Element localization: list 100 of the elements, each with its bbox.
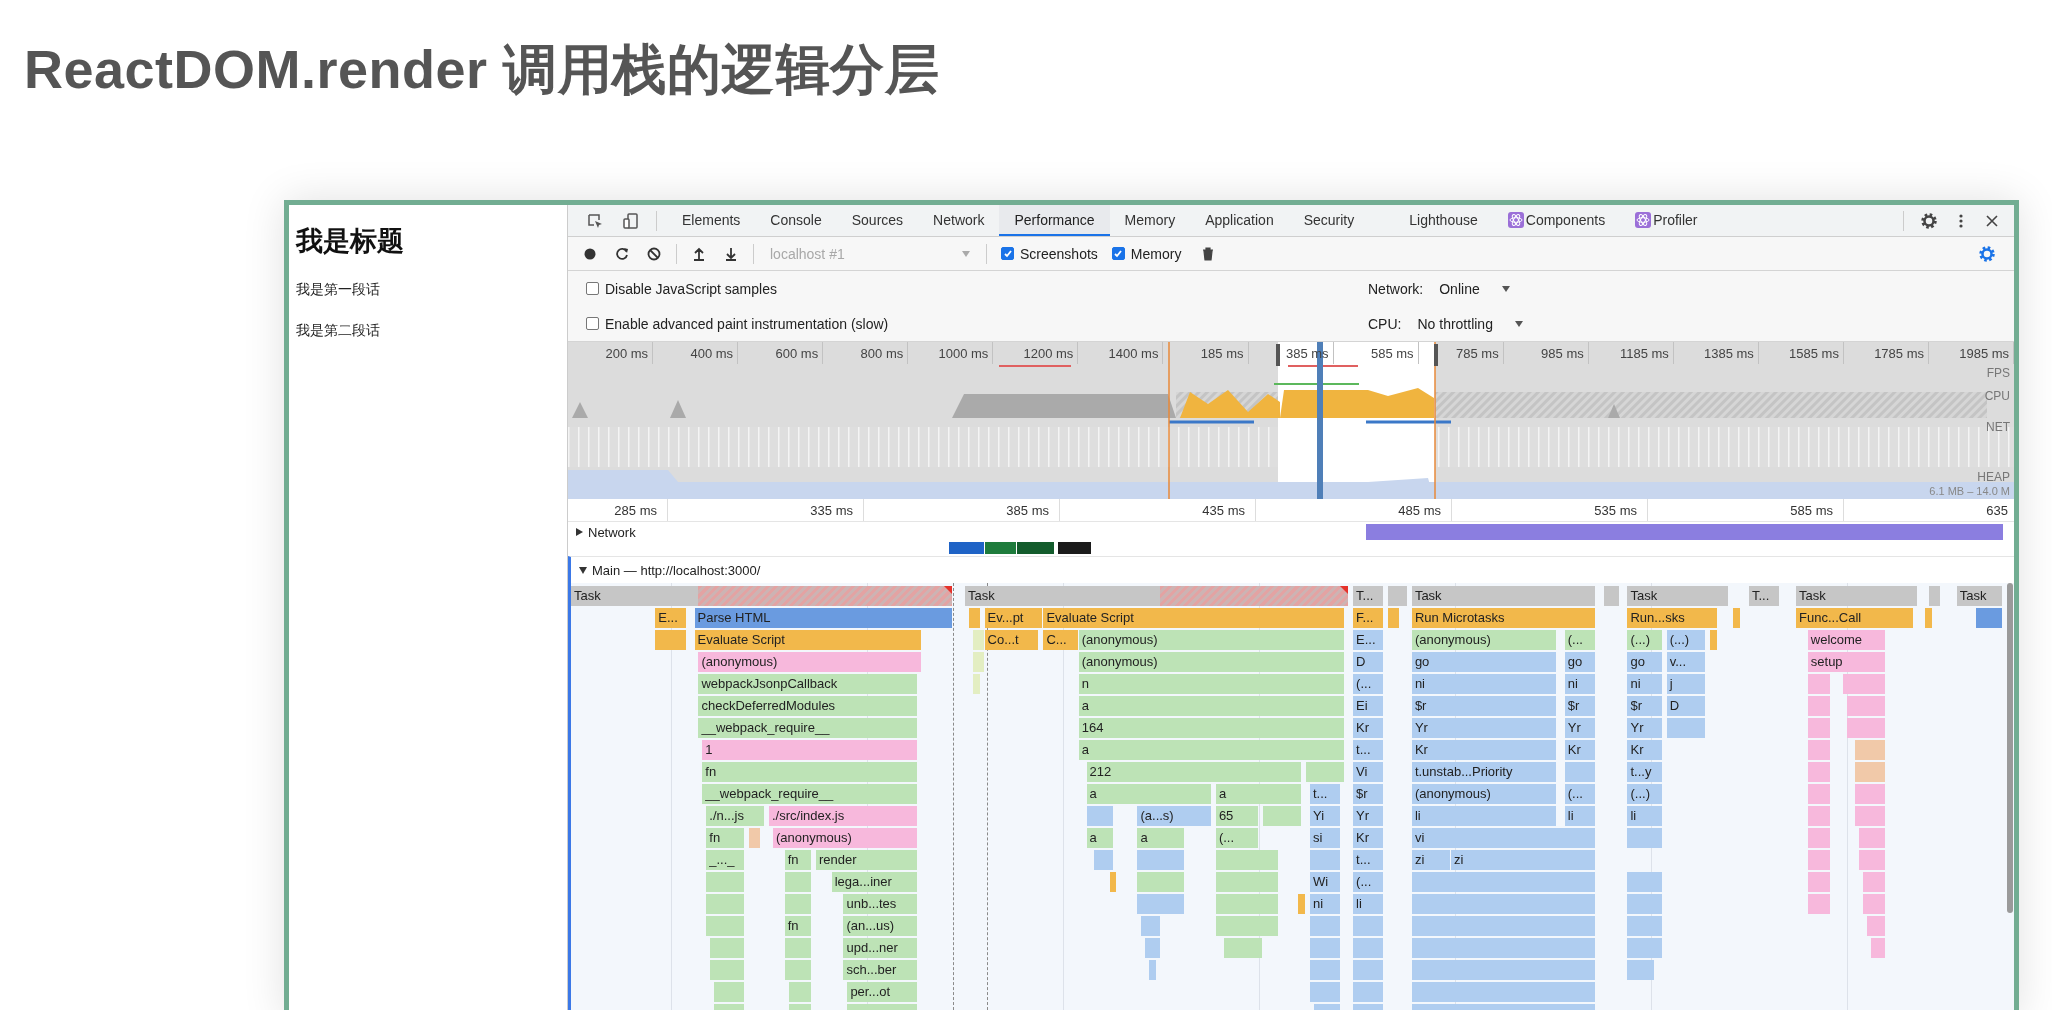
flame-bar[interactable] xyxy=(1862,894,1886,914)
flame-bar[interactable]: E... xyxy=(655,608,686,628)
flame-bar[interactable]: a xyxy=(1137,828,1184,848)
flame-bar[interactable]: Ei xyxy=(1353,696,1384,716)
flame-bar[interactable]: fn xyxy=(706,828,745,848)
timing-marker[interactable] xyxy=(1058,542,1091,554)
flame-bar[interactable]: webpackJsonpCallback xyxy=(698,674,917,694)
task-bar[interactable]: Task xyxy=(965,586,1349,606)
flame-bar[interactable] xyxy=(1807,872,1831,892)
flame-bar[interactable]: ni xyxy=(1564,674,1596,694)
flame-bar[interactable]: upd...ner xyxy=(843,938,917,958)
flame-bar[interactable]: t... xyxy=(1353,740,1384,760)
trash-icon[interactable] xyxy=(1201,245,1216,262)
flame-bar[interactable]: v... xyxy=(1666,652,1705,672)
task-bar[interactable] xyxy=(1603,586,1619,606)
flame-bar[interactable]: Evaluate Script xyxy=(694,630,921,650)
flame-bar[interactable]: j xyxy=(1666,674,1705,694)
flame-bar[interactable]: ni xyxy=(1309,894,1341,914)
flame-bar[interactable] xyxy=(1807,740,1831,760)
flame-bar[interactable]: Run...sks xyxy=(1627,608,1717,628)
flame-bar[interactable] xyxy=(1564,762,1596,782)
flame-bar[interactable]: (... xyxy=(1353,674,1384,694)
flame-bar[interactable]: (anonymous) xyxy=(1411,630,1556,650)
flame-bar[interactable] xyxy=(1353,938,1384,958)
tab[interactable]: Console xyxy=(755,205,837,236)
flame-bar[interactable]: $r xyxy=(1411,696,1556,716)
flame-bar[interactable] xyxy=(1807,828,1831,848)
flame-bar[interactable] xyxy=(1137,872,1184,892)
flame-bar[interactable]: a xyxy=(1086,784,1211,804)
flame-bar[interactable]: setup xyxy=(1807,652,1886,672)
flame-bar[interactable]: Parse HTML xyxy=(694,608,953,628)
flame-bar[interactable] xyxy=(1847,696,1886,716)
device-icon[interactable] xyxy=(622,211,640,230)
flame-bar[interactable]: C... xyxy=(1043,630,1078,650)
download-icon[interactable] xyxy=(723,245,739,262)
flame-bar[interactable] xyxy=(1807,696,1831,716)
task-bar[interactable]: T... xyxy=(1353,586,1384,606)
flame-bar[interactable]: D xyxy=(1353,652,1384,672)
flame-bar[interactable] xyxy=(1627,938,1662,958)
flame-bar[interactable]: D xyxy=(1666,696,1705,716)
option-label[interactable]: Disable JavaScript samples xyxy=(605,280,777,297)
tab[interactable]: Lighthouse xyxy=(1369,205,1493,236)
throttle-select[interactable]: Online xyxy=(1433,280,1516,297)
flame-bar[interactable] xyxy=(1807,806,1831,826)
flame-bar[interactable]: Vi xyxy=(1353,762,1384,782)
flame-bar[interactable] xyxy=(1262,806,1302,826)
flame-bar[interactable]: render xyxy=(816,850,917,870)
flame-bar[interactable]: li xyxy=(1411,806,1556,826)
flame-bar[interactable] xyxy=(1870,938,1886,958)
tab[interactable]: Memory xyxy=(1109,205,1191,236)
flame-bar[interactable]: (... xyxy=(1564,630,1596,650)
flame-bar[interactable]: __webpack_require__ xyxy=(702,784,917,804)
checkbox[interactable] xyxy=(586,282,599,295)
flame-bar[interactable] xyxy=(972,630,984,650)
flame-bar[interactable] xyxy=(1666,718,1705,738)
flame-bar[interactable] xyxy=(1843,674,1886,694)
flame-bar[interactable]: (a...s) xyxy=(1137,806,1211,826)
flame-bar[interactable]: F... xyxy=(1353,608,1384,628)
flame-bar[interactable]: 164 xyxy=(1078,718,1345,738)
flame-bar[interactable]: Ev...pt xyxy=(984,608,1043,628)
reload-icon[interactable] xyxy=(614,245,630,262)
flame-bar[interactable] xyxy=(1925,608,1933,628)
flame-bar[interactable]: (...) xyxy=(1627,630,1662,650)
flame-bar[interactable] xyxy=(1847,718,1886,738)
flame-bar[interactable] xyxy=(1145,938,1160,958)
flame-bar[interactable] xyxy=(1215,894,1278,914)
flame-bar[interactable] xyxy=(784,872,812,892)
flame-bar[interactable]: zi xyxy=(1411,850,1451,870)
throttle-select[interactable]: No throttling xyxy=(1411,315,1529,332)
flame-bar[interactable]: ni xyxy=(1627,674,1662,694)
flame-bar[interactable] xyxy=(706,894,745,914)
flame-bar[interactable] xyxy=(1215,916,1278,936)
flame-bar[interactable] xyxy=(1854,806,1886,826)
flame-bar[interactable] xyxy=(1627,828,1662,848)
flame-bar[interactable] xyxy=(1807,762,1831,782)
flame-bar[interactable]: (... xyxy=(1564,784,1596,804)
flame-bar[interactable] xyxy=(1149,960,1157,980)
scroll-bar[interactable] xyxy=(2007,583,2013,913)
flame-bar[interactable]: zi xyxy=(1451,850,1596,870)
task-bar[interactable] xyxy=(1388,586,1407,606)
flame-bar[interactable]: Yi xyxy=(1309,806,1341,826)
flame-bar[interactable] xyxy=(1627,960,1654,980)
flame-bar[interactable]: welcome xyxy=(1807,630,1886,650)
task-bar[interactable]: T... xyxy=(1749,586,1780,606)
tab[interactable]: Sources xyxy=(836,205,919,236)
flame-bar[interactable]: fn xyxy=(784,916,812,936)
flame-bar[interactable]: ./n...js xyxy=(706,806,765,826)
flame-bar[interactable]: (anonymous) xyxy=(772,828,917,848)
flame-bar[interactable]: go xyxy=(1627,652,1662,672)
flame-bar[interactable]: Kr xyxy=(1353,718,1384,738)
task-bar[interactable]: Task xyxy=(571,586,953,606)
flame-bar[interactable]: Yr xyxy=(1564,718,1596,738)
tab[interactable]: Components xyxy=(1492,205,1621,236)
flame-bar[interactable] xyxy=(1137,850,1184,870)
flame-bar[interactable] xyxy=(1411,894,1596,914)
flame-bar[interactable] xyxy=(1807,718,1831,738)
flame-bar[interactable] xyxy=(1353,916,1384,936)
flame-bar[interactable]: Kr xyxy=(1411,740,1556,760)
overview-drawing[interactable] xyxy=(568,342,2014,499)
tab[interactable]: Network xyxy=(918,205,1000,236)
